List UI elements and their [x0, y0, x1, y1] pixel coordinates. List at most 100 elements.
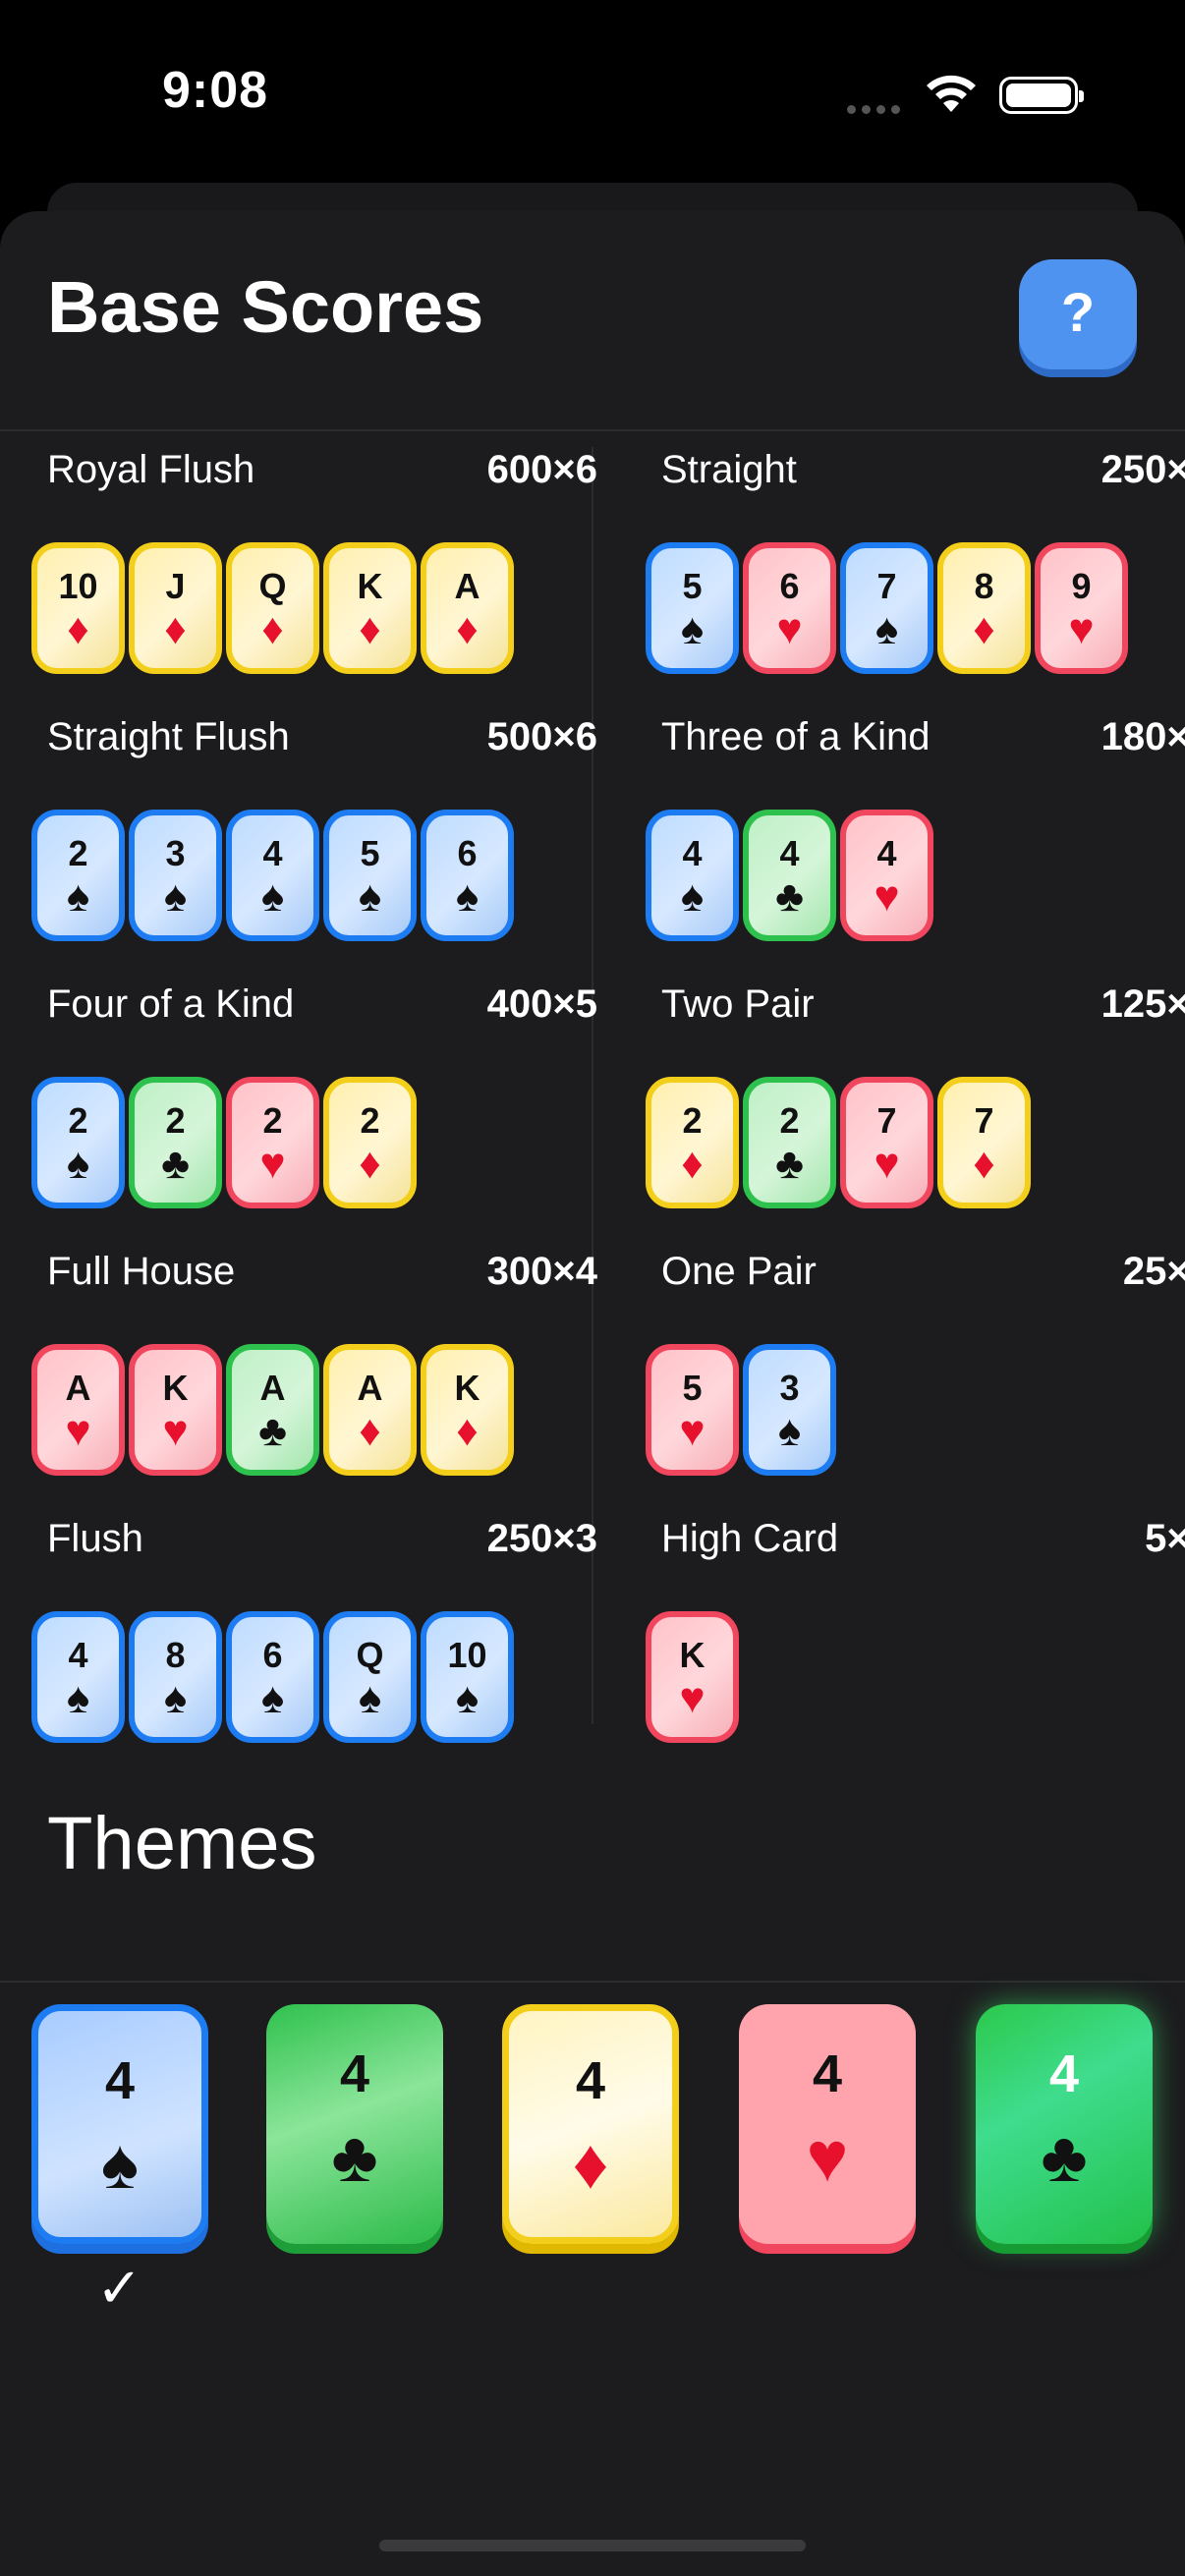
spade-icon: ♠: [358, 872, 382, 921]
card-rank: 2: [360, 1100, 380, 1141]
card-rank: 2: [262, 1100, 283, 1141]
card-rank: A: [259, 1368, 286, 1408]
hand-name: Royal Flush: [47, 448, 255, 491]
help-button[interactable]: ?: [1019, 259, 1137, 369]
playing-card: 2 ♥: [226, 1077, 319, 1208]
theme-option-yellow[interactable]: 4 ♦: [502, 2004, 679, 2244]
hand-name: Two Pair: [661, 982, 815, 1026]
club-icon: ♣: [1041, 2118, 1088, 2197]
playing-card: 9 ♥: [1035, 542, 1128, 674]
playing-card: 2 ♣: [743, 1077, 836, 1208]
theme-option-green[interactable]: 4 ♣: [266, 2004, 443, 2244]
header-divider: [0, 429, 1185, 431]
playing-card: K ♦: [421, 1344, 514, 1476]
card-rank: 10: [58, 566, 98, 606]
hand-name: One Pair: [661, 1250, 817, 1293]
card-rank: 3: [779, 1368, 800, 1408]
hand-name: Three of a Kind: [661, 715, 931, 758]
card-rank: 4: [779, 833, 800, 873]
card-rank: 7: [974, 1100, 994, 1141]
spade-icon: ♠: [66, 1674, 90, 1722]
playing-card: K ♦: [323, 542, 417, 674]
selected-theme-checkmark-icon: ✓: [96, 2257, 142, 2319]
playing-card: Q ♠: [323, 1611, 417, 1743]
club-icon: ♣: [775, 1140, 804, 1188]
playing-card: 3 ♠: [129, 810, 222, 941]
spade-icon: ♠: [66, 1140, 90, 1188]
card-rank: 2: [779, 1100, 800, 1141]
diamond-icon: ♦: [456, 1407, 479, 1455]
card-rank: 5: [682, 1368, 703, 1408]
club-icon: ♣: [161, 1140, 190, 1188]
playing-card: 8 ♦: [937, 542, 1031, 674]
diamond-icon: ♦: [456, 605, 479, 653]
spade-icon: ♠: [455, 1674, 480, 1722]
spade-icon: ♠: [66, 872, 90, 921]
playing-card: 10 ♠: [421, 1611, 514, 1743]
example-cards: K ♥: [646, 1611, 743, 1749]
hand-score: 125×2: [1100, 982, 1185, 1026]
playing-card: A ♦: [323, 1344, 417, 1476]
theme-option-pink[interactable]: 4 ♥: [739, 2004, 916, 2244]
status-bar: 9:08: [0, 0, 1185, 187]
playing-card: 7 ♥: [840, 1077, 933, 1208]
playing-card: 10 ♦: [31, 542, 125, 674]
playing-card: 4 ♥: [840, 810, 933, 941]
spade-icon: ♠: [875, 605, 899, 653]
hand-name: Straight: [661, 448, 797, 491]
card-rank: 4: [68, 1635, 88, 1675]
hand-header: Royal Flush 600×6: [47, 448, 597, 497]
hand-score: 250×3: [1100, 448, 1185, 491]
hand-score: 300×4: [486, 1250, 597, 1293]
playing-card: 2 ♦: [323, 1077, 417, 1208]
example-cards: A ♥ K ♥ A ♣ A ♦ K ♦: [31, 1344, 518, 1482]
playing-card: A ♣: [226, 1344, 319, 1476]
card-rank: A: [65, 1368, 91, 1408]
playing-card: 2 ♦: [646, 1077, 739, 1208]
playing-card: 6 ♠: [226, 1611, 319, 1743]
heart-icon: ♥: [259, 1140, 286, 1188]
heart-icon: ♥: [162, 1407, 189, 1455]
theme-option-neon-green[interactable]: 4 ♣: [976, 2004, 1153, 2244]
heart-icon: ♥: [679, 1674, 705, 1722]
card-rank: J: [165, 566, 186, 606]
hand-header: Straight Flush 500×6: [47, 715, 597, 764]
playing-card: 8 ♠: [129, 1611, 222, 1743]
playing-card: 2 ♠: [31, 1077, 125, 1208]
spade-icon: ♠: [260, 1674, 285, 1722]
spade-icon: ♠: [680, 872, 705, 921]
hand-score: 5×1: [1145, 1517, 1185, 1560]
playing-card: 5 ♥: [646, 1344, 739, 1476]
hand-name: High Card: [661, 1517, 839, 1560]
page-title: Base Scores: [47, 266, 484, 348]
themes-title: Themes: [47, 1802, 317, 1885]
card-rank: A: [454, 566, 480, 606]
diamond-icon: ♦: [359, 605, 381, 653]
theme-rank: 4: [812, 2044, 843, 2103]
card-rank: K: [454, 1368, 480, 1408]
hand-header: Three of a Kind 180×3: [661, 715, 1185, 764]
wifi-icon: [924, 73, 979, 119]
theme-rank: 4: [104, 2051, 136, 2110]
example-cards: 4 ♠ 8 ♠ 6 ♠ Q ♠ 10 ♠: [31, 1611, 518, 1749]
club-icon: ♣: [331, 2118, 378, 2197]
theme-option-blue[interactable]: 4 ♠: [31, 2004, 208, 2244]
heart-icon: ♥: [65, 1407, 91, 1455]
playing-card: 4 ♠: [646, 810, 739, 941]
diamond-icon: ♦: [359, 1407, 381, 1455]
example-cards: 2 ♠ 3 ♠ 4 ♠ 5 ♠ 6 ♠: [31, 810, 518, 947]
card-rank: K: [162, 1368, 189, 1408]
playing-card: 6 ♠: [421, 810, 514, 941]
spade-icon: ♠: [100, 2125, 140, 2204]
hand-header: Four of a Kind 400×5: [47, 982, 597, 1032]
home-indicator: [379, 2540, 806, 2551]
card-rank: 4: [262, 833, 283, 873]
card-rank: 6: [779, 566, 800, 606]
card-rank: 6: [457, 833, 478, 873]
diamond-icon: ♦: [261, 605, 284, 653]
theme-rank: 4: [339, 2044, 370, 2103]
heart-icon: ♥: [776, 605, 803, 653]
diamond-icon: ♦: [359, 1140, 381, 1188]
card-rank: K: [679, 1635, 705, 1675]
example-cards: 10 ♦ J ♦ Q ♦ K ♦ A ♦: [31, 542, 518, 680]
